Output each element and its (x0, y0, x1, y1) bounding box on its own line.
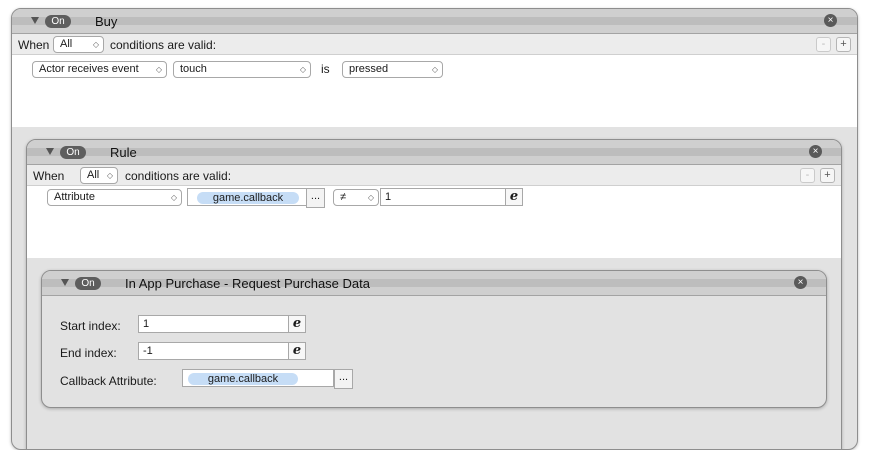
buy-rule-panel: On Buy × When All ◇ conditions are valid:… (11, 8, 858, 450)
all-select-value: All (60, 38, 73, 50)
on-toggle[interactable]: On (60, 146, 86, 159)
callback-attribute-token: game.callback (188, 373, 298, 385)
is-label: is (321, 62, 330, 76)
callback-browse-button[interactable]: ... (334, 369, 353, 389)
close-icon[interactable]: × (794, 276, 807, 289)
buy-conditions: Actor receives event ◇ touch ◇ is pressed ◇ (12, 55, 857, 127)
buy-titlebar[interactable]: On Buy × (12, 9, 857, 34)
conditions-label: conditions are valid: (125, 169, 232, 183)
expression-editor-icon[interactable]: e (288, 315, 306, 333)
end-index-field[interactable]: -1 (138, 342, 289, 360)
start-index-label: Start index: (60, 319, 121, 333)
operator-value: ≠ (340, 191, 347, 203)
disclosure-triangle-icon[interactable] (31, 17, 39, 24)
nested-rule-panel: On Rule × When All ◇ conditions are valid… (26, 139, 842, 449)
chevron-updown-icon: ◇ (431, 65, 438, 74)
rule-title: Rule (110, 145, 137, 160)
disclosure-triangle-icon[interactable] (46, 148, 54, 155)
chevron-updown-icon: ◇ (170, 193, 177, 202)
value-field[interactable]: 1 (380, 188, 506, 206)
buy-when-bar: When All ◇ conditions are valid: - + (12, 34, 857, 55)
state-select[interactable]: pressed ◇ (342, 61, 443, 78)
rule-conditions: Attribute ◇ game.callback ... ≠ ◇ 1 e (27, 186, 841, 258)
remove-condition-button[interactable]: - (816, 37, 831, 52)
actor-select[interactable]: Actor receives event ◇ (32, 61, 167, 78)
start-index-field[interactable]: 1 (138, 315, 289, 333)
event-select[interactable]: touch ◇ (173, 61, 311, 78)
attribute-browse-button[interactable]: ... (306, 188, 325, 208)
chevron-updown-icon: ◇ (106, 171, 113, 180)
when-label: When (33, 169, 65, 183)
iap-titlebar[interactable]: On In App Purchase - Request Purchase Da… (42, 271, 826, 296)
all-select[interactable]: All ◇ (53, 36, 104, 53)
chevron-updown-icon: ◇ (299, 65, 306, 74)
all-select-value: All (87, 169, 100, 181)
disclosure-triangle-icon[interactable] (61, 279, 69, 286)
chevron-updown-icon: ◇ (155, 65, 162, 74)
end-index-label: End index: (60, 346, 117, 360)
iap-title: In App Purchase - Request Purchase Data (125, 276, 370, 291)
on-toggle[interactable]: On (45, 15, 71, 28)
expression-editor-icon[interactable]: e (505, 188, 523, 206)
add-condition-button[interactable]: + (820, 168, 835, 183)
all-select[interactable]: All ◇ (80, 167, 118, 184)
chevron-updown-icon: ◇ (367, 193, 374, 202)
chevron-updown-icon: ◇ (92, 40, 99, 49)
close-icon[interactable]: × (824, 14, 837, 27)
close-icon[interactable]: × (809, 145, 822, 158)
attribute-token: game.callback (197, 192, 299, 204)
remove-condition-button[interactable]: - (800, 168, 815, 183)
expression-editor-icon[interactable]: e (288, 342, 306, 360)
rule-when-bar: When All ◇ conditions are valid: - + (27, 165, 841, 186)
attribute-type-value: Attribute (54, 191, 95, 203)
state-select-value: pressed (349, 63, 389, 75)
operator-select[interactable]: ≠ ◇ (333, 189, 379, 206)
add-condition-button[interactable]: + (836, 37, 851, 52)
callback-attribute-label: Callback Attribute: (60, 374, 157, 388)
rule-titlebar[interactable]: On Rule × (27, 140, 841, 165)
buy-title: Buy (95, 14, 118, 29)
actor-select-value: Actor receives event (39, 63, 139, 75)
attribute-type-select[interactable]: Attribute ◇ (47, 189, 182, 206)
conditions-label: conditions are valid: (110, 38, 217, 52)
iap-action-panel: On In App Purchase - Request Purchase Da… (41, 270, 827, 408)
when-label: When (18, 38, 50, 52)
event-select-value: touch (180, 63, 207, 75)
on-toggle[interactable]: On (75, 277, 101, 290)
